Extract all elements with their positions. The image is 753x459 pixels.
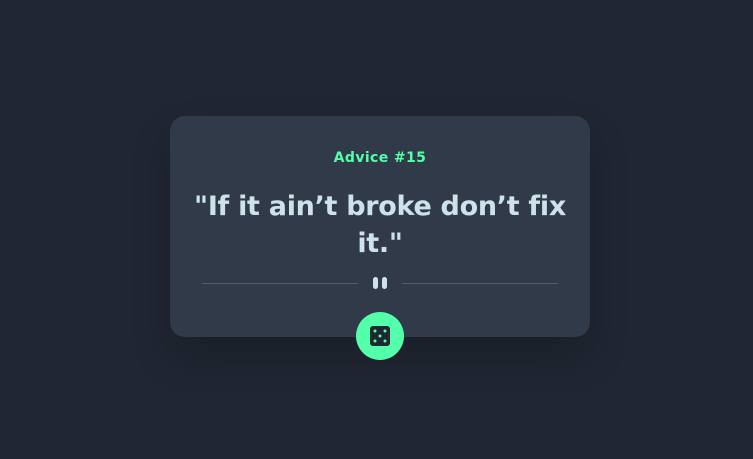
divider-line-right	[402, 283, 558, 284]
advice-card: Advice #15 "If it ain’t broke don’t fix …	[170, 116, 590, 360]
pattern-divider	[202, 275, 558, 291]
advice-number: Advice #15	[333, 150, 427, 166]
pause-bar-left	[373, 277, 378, 289]
dice-icon	[370, 326, 390, 346]
pause-bar-right	[382, 277, 387, 289]
divider-line-left	[202, 283, 358, 284]
advice-quote: "If it ain’t broke don’t fix it."	[194, 191, 566, 259]
pause-icon	[372, 277, 388, 289]
new-advice-button[interactable]	[356, 312, 404, 360]
